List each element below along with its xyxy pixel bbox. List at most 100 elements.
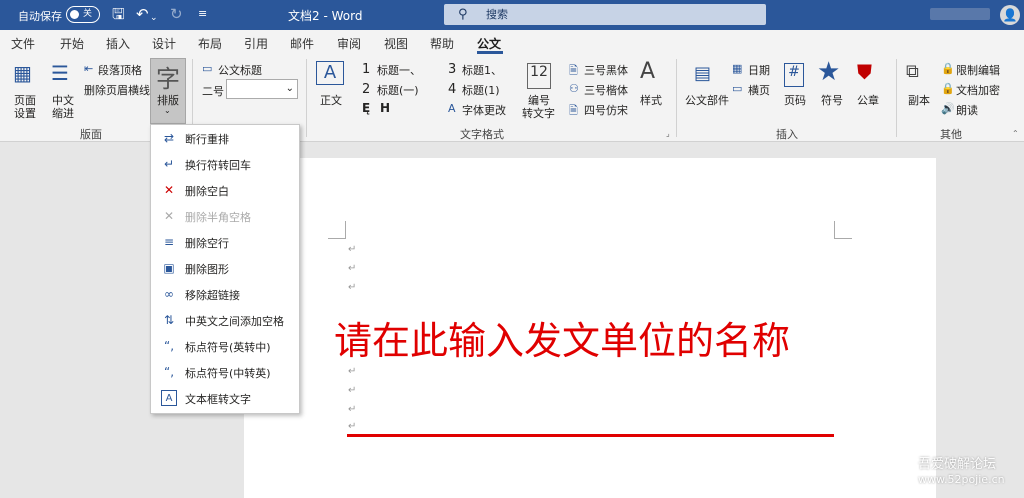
size-label: 二号	[202, 85, 224, 98]
body-text-button[interactable]: 正文	[320, 92, 342, 108]
num-4: 4	[448, 82, 457, 97]
paragraph-mark: ↵	[348, 282, 357, 293]
issuing-unit-heading[interactable]: 请在此输入发文单位的名称	[334, 310, 790, 365]
number-to-text-label-2[interactable]: 转文字	[522, 105, 555, 121]
user-name[interactable]	[930, 8, 990, 20]
num-3: 3	[448, 62, 457, 77]
undo-dropdown-icon[interactable]: ⌄	[150, 9, 158, 27]
menu-item-remove-hyperlinks[interactable]: ∞ 移除超链接	[151, 281, 299, 307]
menu-item-add-cn-en-space[interactable]: ⇅ 中英文之间添加空格	[151, 307, 299, 333]
calendar-icon: ▦	[732, 62, 743, 75]
avatar[interactable]: 👤	[1000, 5, 1020, 25]
font-heiti-button[interactable]: 三号黑体	[584, 62, 628, 78]
font-change-button[interactable]: 字体更改	[462, 102, 506, 118]
doc-title-button[interactable]: 公文标题	[218, 62, 262, 78]
doc-parts-icon: ▤	[694, 63, 712, 84]
delete-lines-icon: ≡	[163, 235, 175, 249]
read-aloud-button[interactable]: 朗读	[956, 102, 978, 118]
style-icon: A	[640, 59, 656, 84]
font-h-icon[interactable]: H	[380, 101, 390, 115]
page-setup-label-2[interactable]: 设置	[14, 105, 36, 121]
menu-item-textbox-to-text[interactable]: A 文本框转文字	[151, 385, 299, 411]
seal-icon: ⛊	[857, 60, 872, 84]
paragraph-mark: ↵	[348, 385, 357, 396]
symbol-button[interactable]: 符号	[821, 92, 843, 108]
menu-item-label: 删除空白	[185, 185, 229, 198]
tab-mailings[interactable]: 邮件	[290, 35, 314, 52]
font-fangsong-button[interactable]: 四号仿宋	[584, 102, 628, 118]
tab-home[interactable]: 开始	[60, 35, 84, 52]
tab-design[interactable]: 设计	[152, 35, 176, 52]
unlink-icon: ∞	[164, 287, 174, 301]
menu-item-delete-empty-lines[interactable]: ≡ 删除空行	[151, 229, 299, 255]
search-placeholder: 搜索	[486, 8, 508, 21]
tab-review[interactable]: 审阅	[337, 35, 361, 52]
font-kaiti-button[interactable]: 三号楷体	[584, 82, 628, 98]
menu-item-label: 删除空行	[185, 237, 229, 250]
search-box[interactable]: ⚲ 搜索	[444, 4, 766, 25]
page-number-button[interactable]: 页码	[784, 92, 806, 108]
font-size-select[interactable]: ⌄	[226, 79, 298, 99]
customize-qat-icon[interactable]: ≡	[198, 5, 207, 23]
restrict-edit-button[interactable]: 限制编辑	[956, 62, 1000, 78]
paragraph-mark: ↵	[348, 366, 357, 377]
font-e-icon[interactable]: Ę	[362, 101, 370, 115]
tab-file[interactable]: 文件	[11, 35, 35, 52]
style-button[interactable]: 样式	[640, 92, 662, 108]
lock-icon: 🔒	[941, 62, 955, 75]
para-top-button[interactable]: 段落顶格	[98, 62, 142, 78]
cn-indent-label-2[interactable]: 缩进	[52, 105, 74, 121]
menu-item-delete-whitespace[interactable]: ✕ 删除空白	[151, 177, 299, 203]
del-header-line-button[interactable]: 删除页眉横线	[84, 82, 150, 98]
symbol-icon: ★	[817, 57, 841, 87]
tab-references[interactable]: 引用	[244, 35, 268, 52]
heading-3-button[interactable]: 标题1、	[462, 62, 502, 78]
num-1: 1	[362, 62, 371, 77]
menu-item-linebreak-to-return[interactable]: ↵ 换行符转回车	[151, 151, 299, 177]
document-page[interactable]: ↵ ↵ ↵ 请在此输入发文单位的名称 ↵ ↵ ↵ ↵	[244, 158, 936, 498]
para-top-icon: ⇤	[84, 62, 94, 75]
dialog-launcher-icon[interactable]: ⌟	[666, 129, 670, 138]
tab-help[interactable]: 帮助	[430, 35, 454, 52]
layout-group-label: 版面	[80, 128, 102, 141]
date-button[interactable]: 日期	[748, 62, 770, 78]
horizontal-page-icon: ▭	[732, 82, 743, 95]
people-icon: ⚇	[569, 82, 579, 95]
tab-layout[interactable]: 布局	[198, 35, 222, 52]
margin-corner	[834, 221, 852, 239]
tab-view[interactable]: 视图	[384, 35, 408, 52]
spacing-icon: ⇅	[163, 313, 175, 327]
save-icon[interactable]: 🖫	[112, 5, 125, 23]
redo-icon[interactable]: ↻	[170, 5, 183, 23]
chevron-down-icon: ⌄	[164, 106, 171, 115]
num-2: 2	[362, 82, 371, 97]
undo-icon[interactable]: ↶	[136, 5, 149, 23]
menu-item-punct-cn-to-en[interactable]: “, 标点符号(中转英)	[151, 359, 299, 385]
search-icon: ⚲	[458, 7, 468, 22]
copy-button[interactable]: 副本	[908, 92, 930, 108]
heading-1-button[interactable]: 标题一、	[377, 62, 421, 78]
doc-parts-button[interactable]: 公文部件	[685, 92, 729, 108]
autosave-toggle[interactable]: 关	[66, 6, 100, 23]
group-separator	[306, 59, 307, 137]
delete-whitespace-icon: ✕	[163, 183, 175, 197]
menu-item-delete-shapes[interactable]: ▣ 删除图形	[151, 255, 299, 281]
return-icon: ↵	[163, 157, 175, 171]
collapse-ribbon-icon[interactable]: ⌃	[1012, 129, 1019, 138]
other-group-label: 其他	[940, 128, 962, 141]
heading-2-button[interactable]: 标题(一)	[377, 82, 419, 98]
encrypt-button[interactable]: 文档加密	[956, 82, 1000, 98]
menu-item-label: 中英文之间添加空格	[185, 315, 284, 328]
heading-4-button[interactable]: 标题(1)	[462, 82, 500, 98]
horizontal-page-button[interactable]: 横页	[748, 82, 770, 98]
document-title: 文档2 - Word	[288, 9, 363, 23]
menu-item-punct-en-to-cn[interactable]: “, 标点符号(英转中)	[151, 333, 299, 359]
tab-insert[interactable]: 插入	[106, 35, 130, 52]
menu-item-reflow[interactable]: ⇄ 断行重排	[151, 125, 299, 151]
menu-item-label: 文本框转文字	[185, 393, 251, 406]
tab-gongwen[interactable]: 公文	[477, 35, 501, 52]
menu-item-delete-halfwidth-space[interactable]: ✕ 删除半角空格	[151, 203, 299, 229]
typeset-dropdown-menu: ⇄ 断行重排 ↵ 换行符转回车 ✕ 删除空白 ✕ 删除半角空格 ≡ 删除空行 ▣ 删除图形 …	[150, 124, 300, 414]
body-text-icon: A	[316, 61, 344, 85]
seal-button[interactable]: 公章	[857, 92, 879, 108]
